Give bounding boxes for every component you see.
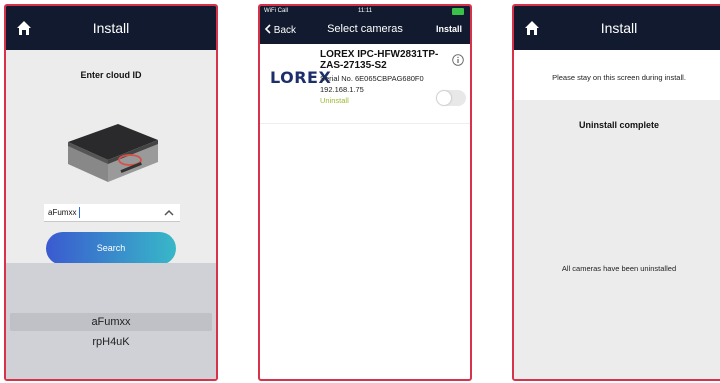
uninstall-complete-heading: Uninstall complete [578, 120, 659, 130]
status-time: 11:11 [357, 8, 373, 14]
phone-screen-uninstall-complete: Install Please stay on this screen durin… [512, 4, 720, 381]
header-title: Install [600, 20, 638, 36]
camera-ip: 192.168.1.75 [320, 85, 364, 94]
camera-name: LOREX IPC-HFW2831TP-ZAS-27135-S2 [320, 49, 439, 71]
search-button[interactable]: Search [46, 232, 176, 265]
picker-item-selected[interactable]: aFumxx [10, 313, 212, 331]
cloud-id-value: aFumxx [48, 208, 77, 217]
chevron-up-icon[interactable] [164, 209, 174, 217]
all-uninstalled-message: All cameras have been uninstalled [561, 264, 677, 273]
camera-status: Uninstall [320, 96, 349, 105]
camera-list-item[interactable]: LOREX LOREX IPC-HFW2831TP-ZAS-27135-S2 S… [260, 44, 470, 124]
picker-item[interactable]: rpH4uK [10, 333, 212, 351]
info-icon[interactable] [452, 54, 464, 66]
header-title: Install [92, 20, 130, 36]
form-heading: Enter cloud ID [80, 70, 142, 80]
camera-serial: Serial No. 6E065CBPAG680F0 [320, 74, 424, 83]
camera-toggle[interactable] [436, 90, 466, 106]
cloud-id-form: Enter cloud ID aFumxx Search [6, 50, 216, 265]
id-picker[interactable]: aFumxx rpH4uK [6, 263, 216, 379]
cloud-id-input[interactable]: aFumxx [44, 204, 180, 222]
app-header: Install [514, 6, 720, 50]
result-panel: Uninstall complete All cameras have been… [514, 100, 720, 379]
stay-on-screen-message: Please stay on this screen during instal… [552, 73, 686, 82]
text-caret [79, 207, 80, 218]
notice-banner: Please stay on this screen during instal… [514, 50, 720, 100]
phone-screen-select-cameras: WiFi Call 11:11 Back Select cameras Inst… [258, 4, 472, 381]
app-header: WiFi Call 11:11 Back Select cameras Inst… [260, 6, 470, 44]
app-header: Install [6, 6, 216, 50]
nvr-device-image [68, 124, 158, 182]
toggle-knob [437, 91, 451, 105]
phone-screen-enter-cloud-id: Install Enter cloud ID aFumxx Search aFu… [4, 4, 218, 381]
battery-icon [452, 8, 464, 15]
status-bar: WiFi Call 11:11 [260, 7, 470, 17]
install-button[interactable]: Install [436, 24, 462, 34]
